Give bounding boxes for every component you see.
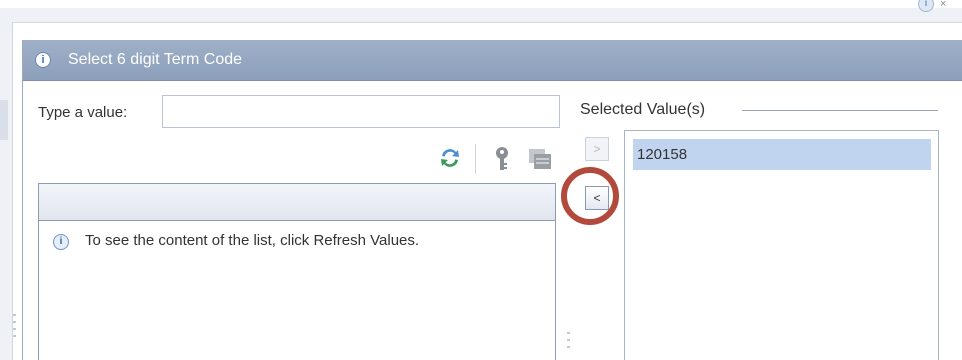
dialog-title: Select 6 digit Term Code <box>68 51 243 68</box>
info-icon: i <box>35 52 51 68</box>
add-to-selected-button[interactable]: > <box>585 137 609 161</box>
resize-grip-icon[interactable] <box>12 312 18 342</box>
dialog-header: i Select 6 digit Term Code <box>23 40 962 81</box>
available-values-list[interactable]: i To see the content of the list, click … <box>38 183 556 360</box>
selected-item-label: 120158 <box>637 146 688 163</box>
toolbar-separator <box>475 144 476 174</box>
type-value-input[interactable] <box>162 95 560 128</box>
background-panel <box>0 22 13 360</box>
background-panel-tab <box>0 100 8 140</box>
refresh-icon[interactable] <box>438 146 462 170</box>
top-strip <box>0 0 962 8</box>
selected-values-list[interactable]: 120158 <box>624 130 939 360</box>
type-value-label: Type a value: <box>38 104 128 121</box>
info-icon: i <box>53 234 69 250</box>
selected-list-item[interactable]: 120158 <box>633 139 931 170</box>
selected-values-legend: Selected Value(s) <box>580 101 714 119</box>
remove-from-selected-button[interactable]: < <box>585 186 609 210</box>
list-empty-message: To see the content of the list, click Re… <box>85 232 420 249</box>
list-header <box>39 184 555 221</box>
splitter-grip-icon[interactable] <box>566 330 572 356</box>
close-icon[interactable]: × <box>940 0 946 10</box>
background-window-bar <box>0 8 962 23</box>
key-icon[interactable] <box>492 146 512 172</box>
legend-rule <box>742 110 938 111</box>
stack-icon[interactable] <box>528 148 552 170</box>
